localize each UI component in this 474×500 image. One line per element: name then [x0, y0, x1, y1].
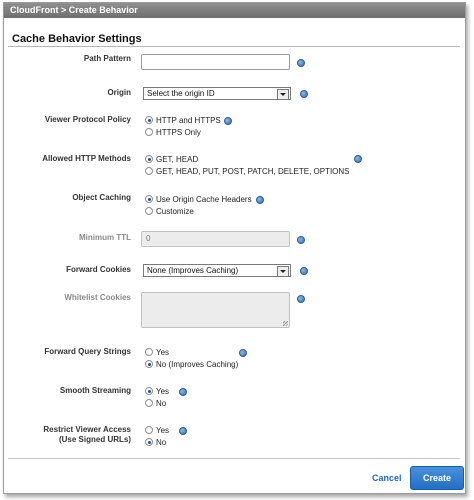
radio-selected[interactable] [145, 360, 153, 368]
info-icon[interactable] [297, 236, 305, 244]
origin-select-value: Select the origin ID [147, 89, 215, 98]
section-title: Cache Behavior Settings [12, 33, 142, 45]
cancel-button[interactable]: Cancel [372, 473, 402, 483]
forward-cookies-label: Forward Cookies [66, 265, 131, 274]
info-icon[interactable] [297, 59, 305, 67]
info-icon[interactable] [224, 117, 232, 125]
resize-handle-icon[interactable] [283, 321, 288, 326]
minimum-ttl-input[interactable]: 0 [141, 231, 290, 247]
path-pattern-label: Path Pattern [83, 54, 131, 63]
info-icon[interactable] [300, 267, 308, 275]
origin-select[interactable]: Select the origin ID [143, 87, 291, 100]
viewer-protocol-policy-label: Viewer Protocol Policy [44, 115, 131, 124]
radio-query-yes[interactable]: Yes [145, 348, 169, 358]
path-pattern-input[interactable] [141, 54, 290, 70]
footer-divider [8, 458, 460, 459]
radio-customize[interactable]: Customize [145, 207, 194, 217]
smooth-streaming-label: Smooth Streaming [59, 386, 131, 395]
radio-use-origin-cache-headers[interactable]: Use Origin Cache Headers [145, 195, 252, 205]
radio-selected[interactable] [145, 116, 153, 124]
chevron-down-icon [277, 266, 289, 277]
minimum-ttl-label: Minimum TTL [79, 233, 131, 242]
radio-unselected[interactable] [145, 207, 153, 215]
radio-http-and-https[interactable]: HTTP and HTTPS [145, 116, 221, 126]
radio-restrict-yes[interactable]: Yes [145, 426, 169, 436]
info-icon[interactable] [354, 155, 362, 163]
forward-cookies-select[interactable]: None (Improves Caching) [143, 264, 291, 277]
restrict-viewer-access-sublabel: (Use Signed URLs) [58, 435, 131, 444]
radio-streaming-no[interactable]: No [145, 399, 166, 409]
info-icon[interactable] [300, 90, 308, 98]
radio-streaming-yes[interactable]: Yes [145, 387, 169, 397]
info-icon[interactable] [179, 427, 187, 435]
radio-selected[interactable] [145, 195, 153, 203]
origin-label: Origin [107, 88, 131, 97]
info-icon[interactable] [179, 388, 187, 396]
allowed-http-methods-label: Allowed HTTP Methods [42, 154, 131, 163]
radio-restrict-no[interactable]: No [145, 438, 166, 448]
create-behavior-dialog: CloudFront > Create Behavior Cache Behav… [3, 2, 466, 494]
section-divider [8, 46, 460, 47]
forward-cookies-select-value: None (Improves Caching) [147, 266, 239, 275]
radio-selected[interactable] [145, 438, 153, 446]
radio-all-methods[interactable]: GET, HEAD, PUT, POST, PATCH, DELETE, OPT… [145, 167, 350, 177]
info-icon[interactable] [256, 196, 264, 204]
radio-selected[interactable] [145, 387, 153, 395]
forward-query-strings-label: Forward Query Strings [44, 347, 131, 356]
whitelist-cookies-textarea[interactable] [141, 292, 290, 328]
radio-query-no[interactable]: No (Improves Caching) [145, 360, 238, 370]
info-icon[interactable] [297, 295, 305, 303]
object-caching-label: Object Caching [72, 193, 131, 202]
radio-get-head[interactable]: GET, HEAD [145, 155, 198, 165]
radio-unselected[interactable] [145, 426, 153, 434]
radio-unselected[interactable] [145, 167, 153, 175]
radio-selected[interactable] [145, 155, 153, 163]
radio-unselected[interactable] [145, 399, 153, 407]
restrict-viewer-access-label: Restrict Viewer Access [43, 425, 131, 434]
window-title: CloudFront > Create Behavior [4, 3, 465, 18]
whitelist-cookies-label: Whitelist Cookies [64, 293, 131, 302]
radio-https-only[interactable]: HTTPS Only [145, 128, 201, 138]
radio-unselected[interactable] [145, 348, 153, 356]
chevron-down-icon [277, 89, 289, 100]
create-button[interactable]: Create [410, 466, 464, 490]
info-icon[interactable] [239, 349, 247, 357]
radio-unselected[interactable] [145, 128, 153, 136]
